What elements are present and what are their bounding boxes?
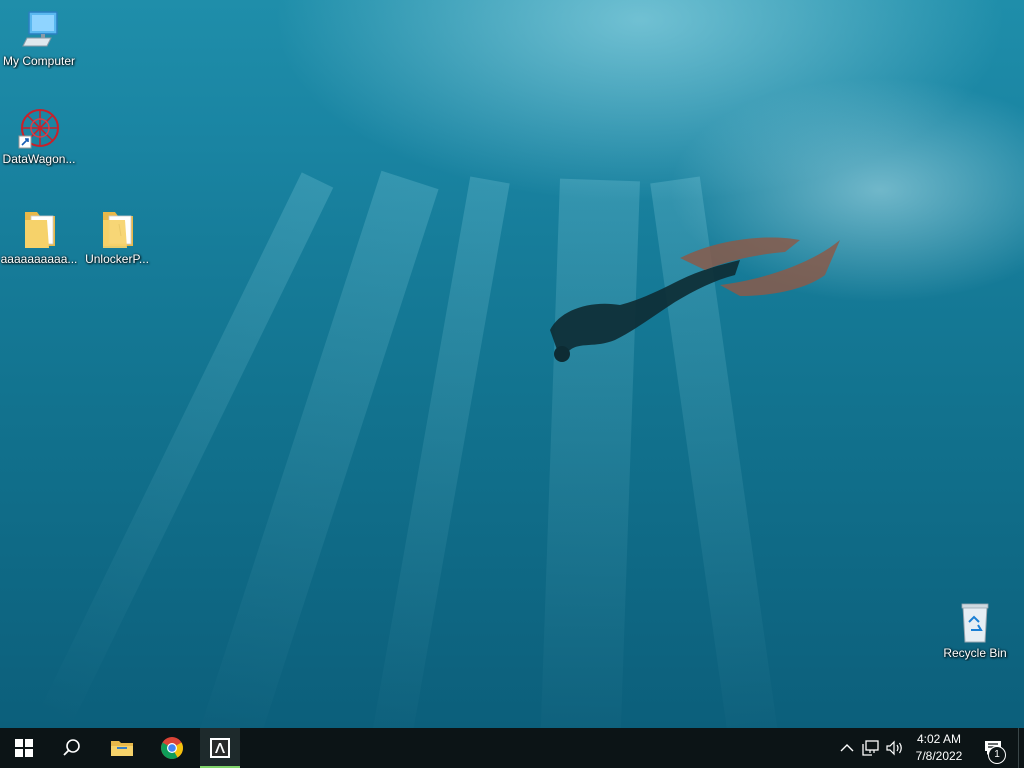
network-icon	[862, 740, 879, 756]
chevron-up-icon	[840, 744, 854, 752]
show-hidden-icons-button[interactable]	[836, 728, 858, 768]
taskbar-clock[interactable]: 4:02 AM 7/8/2022	[908, 731, 970, 765]
recycle-bin-icon	[953, 600, 997, 644]
datawagon-shortcut-icon	[17, 106, 61, 150]
show-desktop-button[interactable]	[1018, 728, 1024, 768]
taskbar-adobe-app[interactable]	[200, 728, 240, 768]
desktop-icon-my-computer[interactable]: My Computer	[0, 8, 78, 69]
desktop-icon-label: Recycle Bin	[943, 646, 1007, 660]
taskbar-file-explorer[interactable]	[98, 728, 146, 768]
wallpaper-diver	[550, 237, 840, 362]
desktop-icon-recycle-bin[interactable]: Recycle Bin	[936, 600, 1014, 661]
start-button[interactable]	[0, 728, 48, 768]
desktop-icon-datawagon[interactable]: DataWagon...	[0, 106, 78, 167]
taskbar: 4:02 AM 7/8/2022 1	[0, 728, 1024, 768]
chrome-icon	[161, 737, 183, 759]
desktop-icon-folder-aaaa[interactable]: aaaaaaaaaa...	[0, 206, 78, 267]
computer-icon	[17, 8, 61, 52]
notification-count-badge: 1	[988, 746, 1006, 764]
clock-time: 4:02 AM	[916, 732, 962, 746]
clock-date: 7/8/2022	[915, 749, 963, 763]
desktop-icon-label: DataWagon...	[2, 152, 76, 166]
adobe-icon	[210, 738, 230, 758]
desktop-icon-label: My Computer	[2, 54, 76, 68]
desktop-icon-label: UnlockerP...	[85, 252, 149, 266]
desktop[interactable]: My Computer DataWagon... aaaaaaaaaa... U…	[0, 0, 1024, 728]
volume-icon	[886, 740, 902, 756]
network-tray-button[interactable]	[860, 728, 882, 768]
search-button[interactable]	[48, 728, 96, 768]
folder-icon	[17, 206, 61, 250]
volume-tray-button[interactable]	[884, 728, 906, 768]
search-icon	[63, 739, 80, 756]
folder-icon	[111, 741, 133, 756]
folder-icon	[95, 206, 139, 250]
desktop-icon-folder-unlocker[interactable]: UnlockerP...	[78, 206, 156, 267]
taskbar-chrome[interactable]	[148, 728, 196, 768]
windows-logo-icon	[15, 739, 33, 757]
desktop-icon-label: aaaaaaaaaa...	[0, 252, 78, 266]
